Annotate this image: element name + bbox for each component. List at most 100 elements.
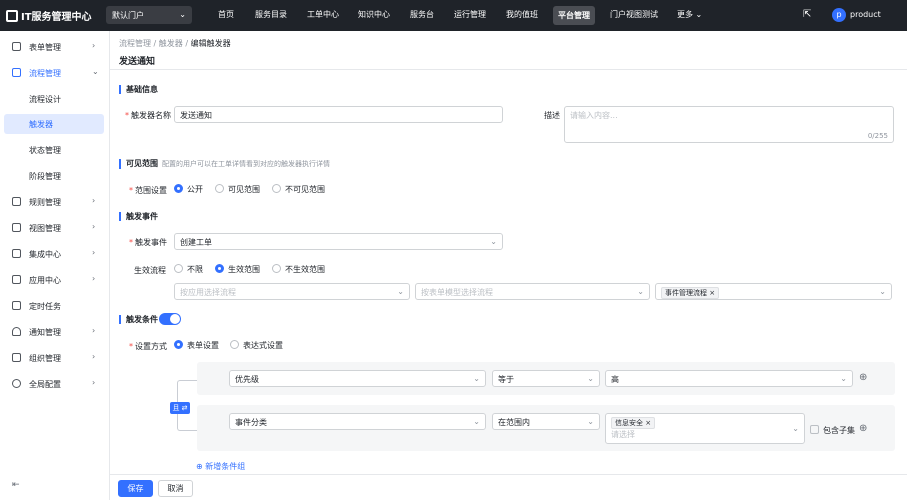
chevron-down-icon: ⌄ bbox=[473, 417, 480, 426]
sidebar-item-view-management[interactable]: 视图管理 › bbox=[0, 218, 110, 238]
breadcrumb-item[interactable]: 触发器 bbox=[159, 39, 183, 48]
sidebar-item-global-config[interactable]: 全局配置 › bbox=[0, 374, 110, 394]
chevron-right-icon: › bbox=[92, 222, 96, 231]
condition-toggle[interactable] bbox=[159, 313, 181, 325]
avatar[interactable]: p bbox=[832, 8, 846, 22]
top-bar: IT服务管理中心 默认门户 ⌄ 首页 服务目录 工单中心 知识中心 服务台 运行管… bbox=[0, 0, 907, 31]
bell-icon bbox=[12, 327, 21, 336]
chevron-down-icon: ⌄ bbox=[637, 287, 644, 296]
save-button[interactable]: 保存 bbox=[118, 480, 153, 497]
include-children-checkbox[interactable]: 包含子集 bbox=[810, 425, 855, 436]
sidebar-item-label: 视图管理 bbox=[29, 224, 61, 233]
sidebar-item-label: 规则管理 bbox=[29, 198, 61, 207]
cancel-button[interactable]: 取消 bbox=[158, 480, 193, 497]
sidebar-item-app-center[interactable]: 应用中心 › bbox=[0, 270, 110, 290]
nav-ticket-center[interactable]: 工单中心 bbox=[307, 9, 339, 20]
sidebar-item-stage-management[interactable]: 阶段管理 bbox=[0, 166, 110, 186]
view-icon bbox=[12, 223, 21, 232]
nav-home[interactable]: 首页 bbox=[218, 9, 234, 20]
radio-icon bbox=[215, 184, 224, 193]
nav-more[interactable]: 更多 ⌄ bbox=[677, 9, 702, 20]
radio-unlimited[interactable]: 不限 bbox=[174, 264, 203, 275]
radio-visible-range[interactable]: 可见范围 bbox=[215, 184, 260, 195]
process-select[interactable]: 事件管理流程 × ⌄ bbox=[655, 283, 892, 300]
nav-service-catalog[interactable]: 服务目录 bbox=[255, 9, 287, 20]
sidebar-item-status-management[interactable]: 状态管理 bbox=[0, 140, 110, 160]
sidebar-item-process-management[interactable]: 流程管理 ⌄ bbox=[0, 63, 110, 83]
chevron-right-icon: › bbox=[92, 196, 96, 205]
nav-my-duty[interactable]: 我的值班 bbox=[506, 9, 538, 20]
radio-form-setting[interactable]: 表单设置 bbox=[174, 340, 219, 351]
chevron-down-icon: ⌄ bbox=[587, 417, 594, 426]
condition-field-value: 事件分类 bbox=[235, 418, 267, 427]
sidebar-item-scheduled-tasks[interactable]: 定时任务 bbox=[0, 296, 110, 316]
nav-service-desk[interactable]: 服务台 bbox=[410, 9, 434, 20]
checkbox-icon bbox=[810, 425, 819, 434]
breadcrumb-item[interactable]: 流程管理 bbox=[119, 39, 151, 48]
logic-and-toggle[interactable]: 且 ⇄ bbox=[170, 402, 190, 414]
collapse-icon[interactable]: ⇤ bbox=[12, 480, 20, 490]
add-condition-group-link[interactable]: ⊕ 新增条件组 bbox=[196, 461, 245, 472]
condition-operator-select[interactable]: 在范围内 ⌄ bbox=[492, 413, 600, 430]
radio-effective-range[interactable]: 生效范围 bbox=[215, 264, 260, 275]
radio-invisible-range[interactable]: 不可见范围 bbox=[272, 184, 325, 195]
required-mark: * bbox=[129, 186, 133, 195]
radio-expression-setting[interactable]: 表达式设置 bbox=[230, 340, 283, 351]
nav-portal-view-test[interactable]: 门户视图测试 bbox=[610, 9, 658, 20]
condition-value-multiselect[interactable]: 信息安全 × 请选择 ⌄ bbox=[605, 413, 805, 444]
radio-public[interactable]: 公开 bbox=[174, 184, 203, 195]
nav-knowledge-center[interactable]: 知识中心 bbox=[358, 9, 390, 20]
sidebar-item-triggers[interactable]: 触发器 bbox=[4, 114, 104, 134]
external-link-icon[interactable]: ⇱ bbox=[803, 9, 811, 20]
logic-label: 且 bbox=[172, 404, 180, 412]
model-process-select[interactable]: 按表单模型选择流程 ⌄ bbox=[415, 283, 650, 300]
radio-label: 不限 bbox=[187, 265, 203, 274]
condition-value-select[interactable]: 高 ⌄ bbox=[605, 370, 853, 387]
required-mark: * bbox=[129, 238, 133, 247]
sidebar-item-process-design[interactable]: 流程设计 bbox=[0, 89, 110, 109]
condition-operator-select[interactable]: 等于 ⌄ bbox=[492, 370, 600, 387]
sidebar-item-label: 状态管理 bbox=[29, 146, 61, 155]
sidebar-item-integration-center[interactable]: 集成中心 › bbox=[0, 244, 110, 264]
close-icon[interactable]: × bbox=[645, 419, 651, 427]
chevron-down-icon: ⌄ bbox=[879, 287, 886, 296]
description-textarea[interactable]: 请输入内容... 0/255 bbox=[564, 106, 894, 143]
value-tag-label: 信息安全 bbox=[615, 419, 643, 427]
close-icon[interactable]: × bbox=[709, 289, 715, 297]
scope-label-text: 范围设置 bbox=[135, 186, 167, 195]
portal-select[interactable]: 默认门户 ⌄ bbox=[106, 6, 192, 24]
add-condition-icon[interactable]: ⊕ bbox=[859, 423, 867, 434]
radio-label: 可见范围 bbox=[228, 185, 260, 194]
condition-field-select[interactable]: 事件分类 ⌄ bbox=[229, 413, 486, 430]
sidebar-item-label: 集成中心 bbox=[29, 250, 61, 259]
add-condition-icon[interactable]: ⊕ bbox=[859, 372, 867, 383]
process-tag-label: 事件管理流程 bbox=[665, 289, 707, 297]
radio-icon bbox=[215, 264, 224, 273]
scope-label: * 范围设置 bbox=[129, 185, 167, 196]
sidebar-item-form-management[interactable]: 表单管理 › bbox=[0, 37, 110, 57]
breadcrumb-current: 编辑触发器 bbox=[190, 39, 231, 48]
nav-operations[interactable]: 运行管理 bbox=[454, 9, 486, 20]
chevron-down-icon: ⌄ bbox=[490, 237, 497, 246]
nav-platform-admin[interactable]: 平台管理 bbox=[553, 6, 595, 25]
trigger-name-input[interactable]: 发送通知 bbox=[174, 106, 503, 123]
app-logo[interactable]: IT服务管理中心 bbox=[6, 8, 92, 23]
event-select[interactable]: 创建工单 ⌄ bbox=[174, 233, 503, 250]
sidebar: 表单管理 › 流程管理 ⌄ 流程设计 触发器 状态管理 阶段管理 规则管理 › 视图管… bbox=[0, 31, 110, 500]
chevron-right-icon: › bbox=[92, 326, 96, 335]
chevron-down-icon: ⌄ bbox=[840, 374, 847, 383]
sidebar-item-org-management[interactable]: 组织管理 › bbox=[0, 348, 110, 368]
radio-non-effective-range[interactable]: 不生效范围 bbox=[272, 264, 325, 275]
sidebar-item-rule-management[interactable]: 规则管理 › bbox=[0, 192, 110, 212]
user-name[interactable]: product bbox=[850, 10, 881, 19]
process-tag: 事件管理流程 × bbox=[661, 287, 720, 299]
radio-icon bbox=[230, 340, 239, 349]
condition-field-select[interactable]: 优先级 ⌄ bbox=[229, 370, 486, 387]
chevron-down-icon: ⌄ bbox=[179, 10, 186, 19]
sidebar-item-notification-management[interactable]: 通知管理 › bbox=[0, 322, 110, 342]
app-process-select[interactable]: 按应用选择流程 ⌄ bbox=[174, 283, 410, 300]
sidebar-item-label: 流程管理 bbox=[29, 69, 61, 78]
toggle-knob bbox=[170, 314, 180, 324]
radio-label: 表单设置 bbox=[187, 341, 219, 350]
radio-icon bbox=[272, 184, 281, 193]
